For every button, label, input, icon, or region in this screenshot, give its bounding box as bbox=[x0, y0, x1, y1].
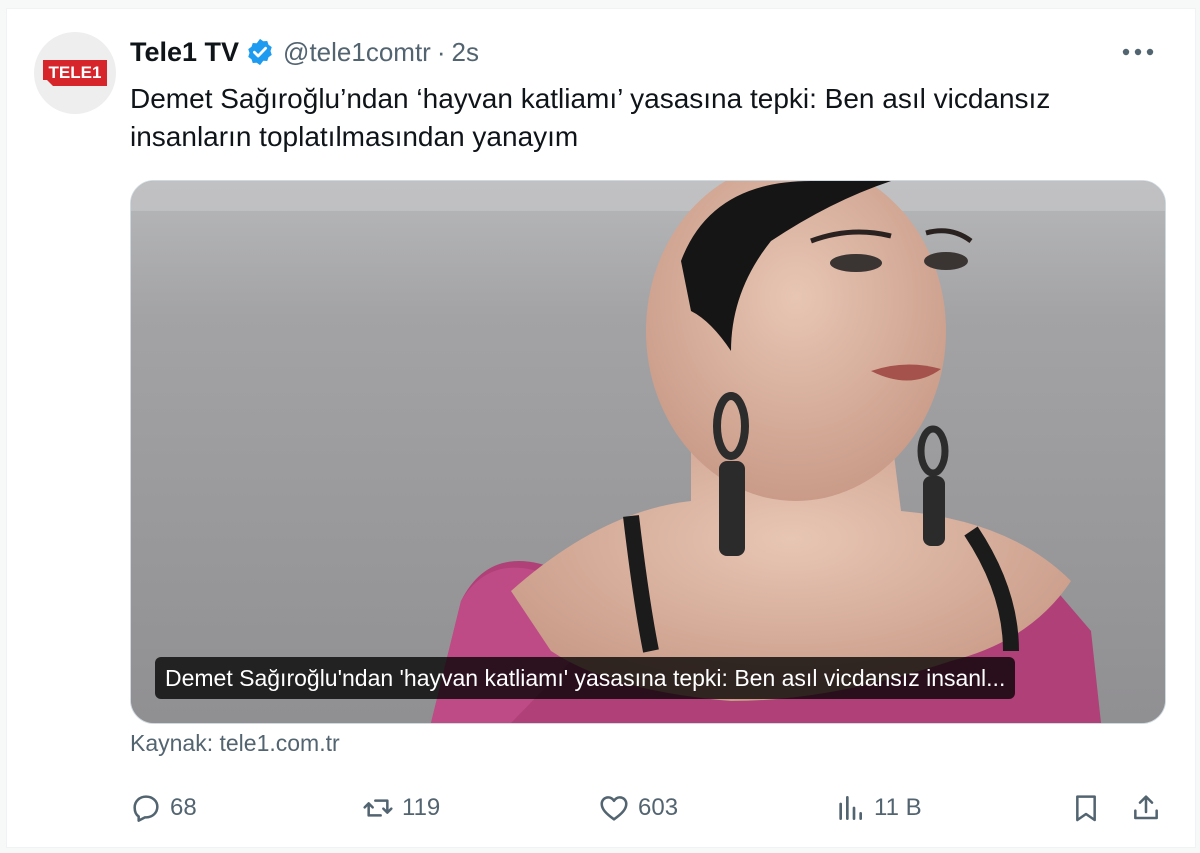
share-icon bbox=[1134, 795, 1158, 820]
avatar[interactable]: TELE1 bbox=[34, 32, 116, 114]
tweet-header: Tele1 TV @tele1comtr · 2s bbox=[130, 34, 479, 70]
logo-text: TELE1 bbox=[49, 63, 102, 82]
author-handle[interactable]: @tele1comtr bbox=[283, 37, 431, 68]
media-card[interactable]: Demet Sağıroğlu'ndan 'hayvan katliamı' y… bbox=[130, 180, 1166, 724]
views-button[interactable]: 11 B bbox=[834, 788, 922, 828]
repost-icon bbox=[363, 799, 393, 817]
media-caption: Demet Sağıroğlu'ndan 'hayvan katliamı' y… bbox=[155, 657, 1016, 699]
separator-dot: · bbox=[436, 36, 446, 67]
timestamp[interactable]: 2s bbox=[452, 37, 479, 68]
like-count: 603 bbox=[638, 794, 679, 821]
views-count: 11 B bbox=[874, 794, 922, 821]
views-chart-icon bbox=[839, 796, 862, 820]
reply-icon bbox=[133, 795, 159, 822]
like-button[interactable]: 603 bbox=[598, 788, 678, 828]
reply-count: 68 bbox=[170, 794, 197, 821]
heart-icon bbox=[600, 796, 628, 821]
repost-button[interactable]: 119 bbox=[362, 788, 440, 828]
link-source[interactable]: Kaynak: tele1.com.tr bbox=[130, 730, 340, 757]
article-photo bbox=[131, 181, 1165, 723]
verified-badge-icon[interactable] bbox=[245, 37, 275, 67]
reply-button[interactable]: 68 bbox=[130, 788, 197, 828]
repost-count: 119 bbox=[402, 794, 441, 821]
author-name[interactable]: Tele1 TV bbox=[130, 37, 239, 68]
action-bar: 68 119 603 11 B bbox=[130, 788, 1164, 828]
more-dots-icon[interactable] bbox=[1118, 38, 1158, 66]
tele1-logo: TELE1 bbox=[43, 60, 107, 86]
share-button[interactable] bbox=[1130, 788, 1162, 828]
tweet-text: Demet Sağıroğlu’ndan ‘hayvan katliamı’ y… bbox=[130, 83, 1051, 152]
bookmark-icon bbox=[1076, 795, 1096, 822]
bookmark-button[interactable] bbox=[1070, 788, 1102, 828]
